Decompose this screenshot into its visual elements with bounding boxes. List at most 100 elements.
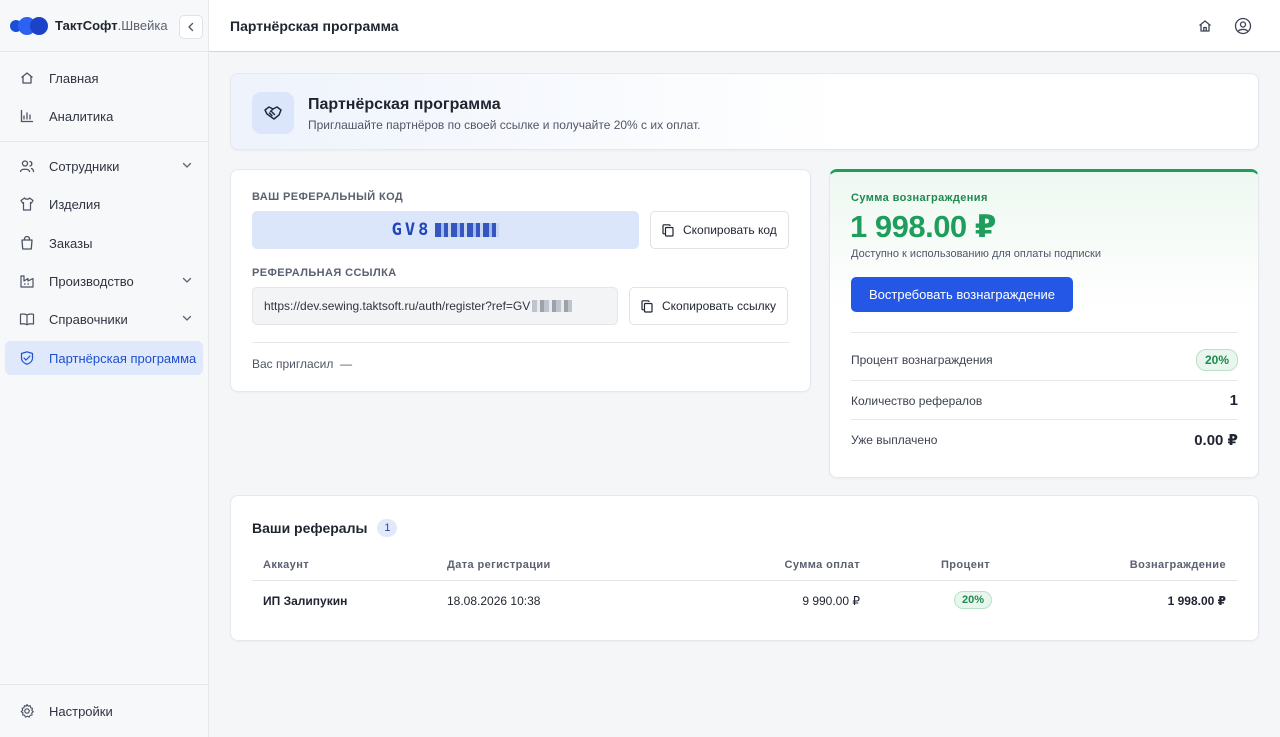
page-title: Партнёрская программа — [230, 17, 399, 34]
sidebar-item-products[interactable]: Изделия — [5, 187, 203, 221]
claim-reward-button[interactable]: Востребовать вознаграждение — [851, 277, 1073, 312]
column-header-percent[interactable]: Процент — [941, 559, 990, 571]
referral-code-field[interactable]: GV8 — [252, 211, 639, 249]
stat-value: 1 — [1229, 392, 1238, 409]
sidebar-item-partner-program[interactable]: Партнёрская программа — [5, 341, 203, 375]
sidebar-item-label: Главная — [49, 70, 99, 86]
divider — [252, 342, 790, 343]
book-open-icon — [19, 311, 35, 327]
referrals-count-badge: 1 — [377, 519, 398, 537]
brand-name-suffix: .Швейка — [117, 18, 168, 33]
logo-icon — [10, 16, 48, 36]
collapse-sidebar-button[interactable] — [179, 15, 203, 39]
table-header-divider — [252, 580, 1238, 581]
copy-icon — [641, 299, 653, 313]
brand-name: ТактСофт.Швейка — [55, 18, 168, 33]
home-icon — [19, 70, 35, 86]
invited-by-label: Вас пригласил — [252, 357, 334, 371]
handshake-icon — [19, 350, 35, 366]
cell-reward: 1 998.00 ₽ — [1167, 594, 1226, 608]
reward-caption: Сумма вознаграждения — [851, 192, 988, 204]
sidebar: ТактСофт.Швейка Главная Аналитика Сотруд… — [0, 0, 209, 737]
sidebar-divider — [0, 684, 209, 685]
stat-paid-out: Уже выплачено 0.00 ₽ — [851, 420, 1238, 459]
factory-icon — [19, 273, 35, 289]
reward-note: Доступно к использованию для оплаты подп… — [851, 248, 1101, 260]
column-header-reward[interactable]: Вознаграждение — [1130, 559, 1226, 571]
chevron-down-icon — [181, 159, 193, 174]
user-circle-icon — [1234, 17, 1252, 35]
column-header-date[interactable]: Дата регистрации — [447, 559, 551, 571]
cell-account: ИП Залипукин — [263, 594, 348, 608]
cell-sum: 9 990.00 ₽ — [802, 594, 860, 608]
sidebar-item-label: Сотрудники — [49, 158, 120, 174]
stat-reward-percent: Процент вознаграждения 20% — [851, 340, 1238, 379]
chevron-down-icon — [181, 312, 193, 327]
invited-by-value: — — [340, 357, 353, 371]
copy-icon — [662, 223, 674, 237]
sidebar-item-home[interactable]: Главная — [5, 61, 203, 95]
redacted-link — [532, 300, 573, 312]
referral-link-field[interactable]: https://dev.sewing.taktsoft.ru/auth/regi… — [252, 287, 618, 325]
gear-icon — [19, 703, 35, 719]
sidebar-item-analytics[interactable]: Аналитика — [5, 99, 203, 133]
referral-link-value: https://dev.sewing.taktsoft.ru/auth/regi… — [264, 299, 531, 313]
stat-label: Процент вознаграждения — [851, 352, 993, 367]
referrals-table-card: Ваши рефералы 1 Аккаунт Дата регистрации… — [230, 495, 1259, 641]
sidebar-item-production[interactable]: Производство — [5, 264, 203, 298]
cell-percent: 20% — [954, 591, 993, 609]
sidebar-divider — [0, 141, 209, 142]
referrals-title-text: Ваши рефералы — [252, 520, 368, 536]
brand-name-main: ТактСофт — [55, 18, 118, 33]
shopping-bag-icon — [19, 235, 35, 251]
program-subtitle: Приглашайте партнёров по своей ссылке и … — [308, 118, 701, 132]
copy-code-button[interactable]: Скопировать код — [650, 211, 789, 249]
sidebar-item-label: Заказы — [49, 235, 93, 251]
referral-code-label: Ваш реферальный код — [252, 191, 404, 203]
redacted-code — [435, 223, 500, 237]
sidebar-item-settings[interactable]: Настройки — [5, 694, 203, 728]
sidebar-item-label: Справочники — [49, 311, 128, 327]
chevron-left-icon — [188, 22, 194, 32]
percent-badge: 20% — [954, 591, 993, 609]
topbar: Партнёрская программа — [209, 0, 1280, 52]
column-header-sum[interactable]: Сумма оплат — [785, 559, 860, 571]
sidebar-item-label: Настройки — [49, 703, 113, 719]
reward-card: Сумма вознаграждения 1 998.00 ₽ Доступно… — [829, 169, 1259, 478]
chevron-down-icon — [181, 274, 193, 289]
sidebar-item-orders[interactable]: Заказы — [5, 226, 203, 260]
referral-code-value: GV8 — [391, 220, 432, 240]
profile-button[interactable] — [1234, 17, 1252, 35]
program-header-card: Партнёрская программа Приглашайте партнё… — [230, 73, 1259, 150]
handshake-icon — [252, 92, 294, 134]
invited-by: Вас пригласил — — [252, 357, 352, 371]
sidebar-item-label: Аналитика — [49, 108, 114, 124]
percent-badge: 20% — [1195, 348, 1238, 371]
sidebar-item-references[interactable]: Справочники — [5, 302, 203, 336]
copy-link-button[interactable]: Скопировать ссылку — [629, 287, 789, 325]
reward-amount: 1 998.00 ₽ — [850, 209, 996, 244]
copy-link-label: Скопировать ссылку — [662, 299, 777, 313]
home-button[interactable] — [1196, 17, 1214, 35]
divider — [851, 332, 1238, 333]
stat-label: Количество рефералов — [851, 393, 983, 408]
sidebar-item-label: Партнёрская программа — [49, 350, 197, 366]
referral-link-label: Реферальная ссылка — [252, 267, 397, 279]
sidebar-item-employees[interactable]: Сотрудники — [5, 149, 203, 183]
users-icon — [19, 158, 35, 174]
stat-referral-count: Количество рефералов 1 — [851, 381, 1238, 420]
cell-date: 18.08.2026 10:38 — [447, 594, 541, 608]
program-title: Партнёрская программа — [308, 96, 501, 113]
stat-value: 0.00 ₽ — [1194, 431, 1238, 449]
copy-code-label: Скопировать код — [683, 223, 777, 237]
referrals-title: Ваши рефералы 1 — [252, 519, 398, 537]
shirt-icon — [19, 196, 35, 212]
sidebar-item-label: Производство — [49, 273, 134, 289]
column-header-account[interactable]: Аккаунт — [263, 559, 309, 571]
stat-label: Уже выплачено — [851, 432, 938, 447]
brand[interactable]: ТактСофт.Швейка — [0, 0, 209, 52]
sidebar-item-label: Изделия — [49, 196, 101, 212]
home-icon — [1199, 20, 1211, 32]
referral-card: Ваш реферальный код GV8 Скопировать код … — [230, 169, 811, 392]
bar-chart-icon — [19, 108, 35, 124]
